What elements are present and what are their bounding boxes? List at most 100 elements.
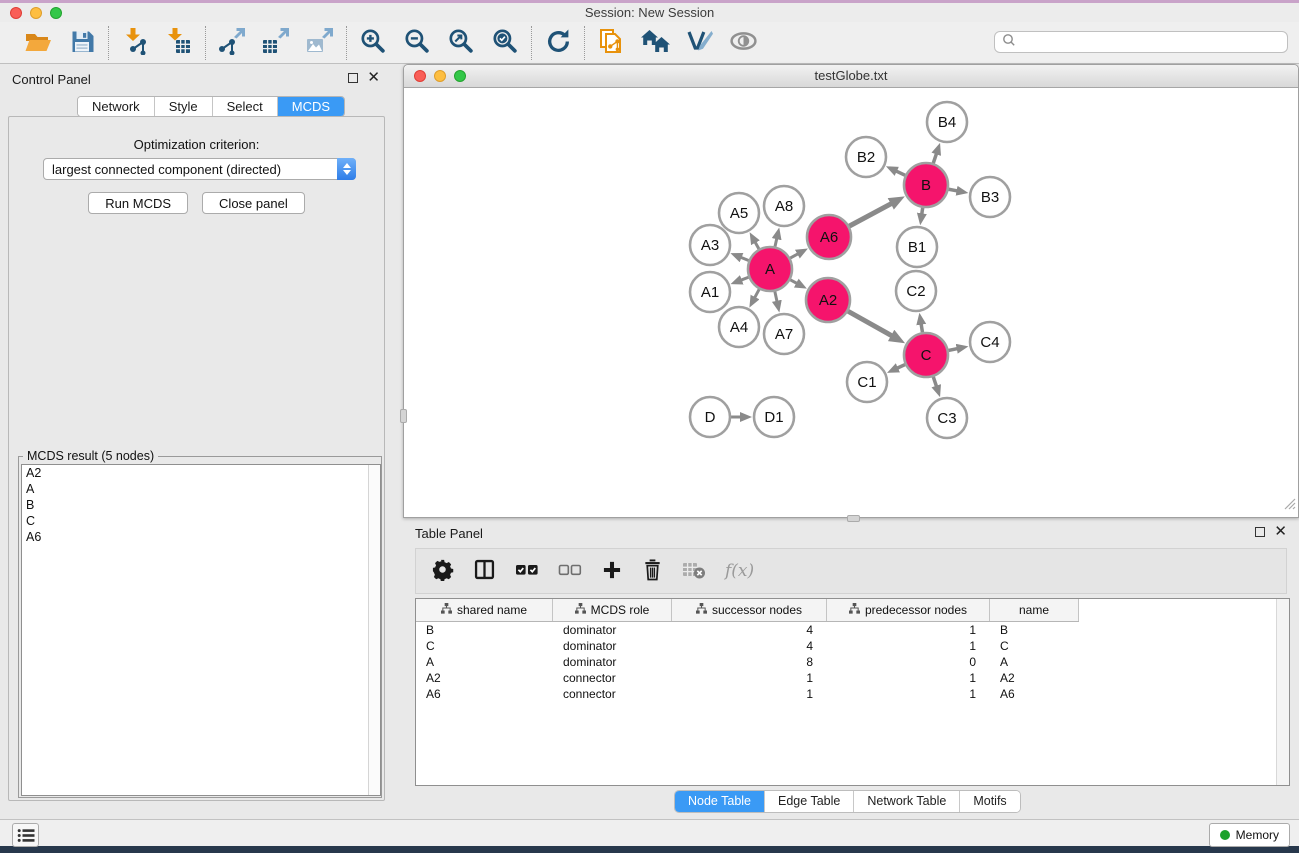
delete-table-button[interactable]: [682, 556, 706, 586]
graph-node-C1[interactable]: C1: [847, 362, 887, 402]
graph-edge-B-B2[interactable]: [896, 171, 905, 175]
graph-node-A8[interactable]: A8: [764, 186, 804, 226]
task-history-button[interactable]: [12, 823, 39, 847]
optimization-criterion-select[interactable]: largest connected component (directed): [43, 158, 356, 180]
table-row[interactable]: Bdominator41B: [416, 622, 1289, 638]
table-panel-close-button[interactable]: ✕: [1274, 526, 1287, 538]
graph-node-A7[interactable]: A7: [764, 314, 804, 354]
graph-edge-A-A3[interactable]: [741, 257, 749, 260]
column-header-predecessor-nodes[interactable]: predecessor nodes: [827, 599, 990, 621]
table-row[interactable]: Cdominator41C: [416, 638, 1289, 654]
graph-node-B4[interactable]: B4: [927, 102, 967, 142]
graph-edge-B-B3[interactable]: [949, 189, 958, 191]
tab-edge-table[interactable]: Edge Table: [765, 791, 854, 812]
zoom-selected-button[interactable]: [489, 27, 521, 59]
show-all-views-button[interactable]: [639, 27, 671, 59]
graph-node-A6[interactable]: A6: [807, 215, 851, 259]
network-canvas[interactable]: B4B2BB3A5A8A6B1A3AC2A1A2A4A7C4CC1C3DD1: [404, 88, 1298, 512]
graph-node-D[interactable]: D: [690, 397, 730, 437]
control-panel-close-button[interactable]: ✕: [367, 72, 380, 84]
search-field[interactable]: [994, 31, 1288, 53]
graph-node-C3[interactable]: C3: [927, 398, 967, 438]
add-row-button[interactable]: [601, 556, 623, 586]
zoom-out-button[interactable]: [401, 27, 433, 59]
mcds-result-item[interactable]: B: [22, 497, 380, 513]
export-network-button[interactable]: [216, 27, 248, 59]
graph-edge-A-A5[interactable]: [755, 242, 759, 249]
search-input[interactable]: [1017, 33, 1287, 51]
deselect-all-button[interactable]: [558, 556, 582, 586]
import-network-button[interactable]: [119, 27, 151, 59]
graph-node-B[interactable]: B: [904, 163, 948, 207]
graph-node-C4[interactable]: C4: [970, 322, 1010, 362]
column-header-MCDS-role[interactable]: MCDS role: [553, 599, 672, 621]
column-header-shared-name[interactable]: shared name: [416, 599, 553, 621]
graph-node-D1[interactable]: D1: [754, 397, 794, 437]
graph-node-A5[interactable]: A5: [719, 193, 759, 233]
tab-network[interactable]: Network: [78, 97, 155, 116]
graph-node-C2[interactable]: C2: [896, 271, 936, 311]
graph-node-A[interactable]: A: [748, 247, 792, 291]
close-panel-button[interactable]: Close panel: [202, 192, 305, 214]
table-scrollbar[interactable]: [1276, 599, 1289, 785]
tab-motifs[interactable]: Motifs: [960, 791, 1019, 812]
tab-node-table[interactable]: Node Table: [675, 791, 765, 812]
graph-edge-A2-C[interactable]: [848, 311, 892, 336]
network-vertical-scroll-thumb[interactable]: [400, 409, 407, 423]
mcds-result-item[interactable]: A2: [22, 465, 380, 481]
refresh-view-button[interactable]: [542, 27, 574, 59]
graph-edge-C-C3[interactable]: [933, 377, 936, 387]
settings-button[interactable]: [431, 556, 454, 586]
graph-node-A3[interactable]: A3: [690, 225, 730, 265]
table-row[interactable]: Adominator80A: [416, 654, 1289, 670]
resize-grip-icon[interactable]: [1282, 496, 1296, 510]
tab-style[interactable]: Style: [155, 97, 213, 116]
mcds-result-list[interactable]: A2ABCA6: [21, 464, 381, 796]
network-close-button[interactable]: [414, 70, 426, 82]
graph-node-B2[interactable]: B2: [846, 137, 886, 177]
function-builder-button[interactable]: f(x): [725, 556, 754, 586]
save-session-button[interactable]: [66, 27, 98, 59]
graph-node-A2[interactable]: A2: [806, 278, 850, 322]
graph-edge-A-A1[interactable]: [741, 277, 749, 280]
export-image-button[interactable]: [304, 27, 336, 59]
select-all-button[interactable]: [515, 556, 539, 586]
tab-mcds[interactable]: MCDS: [278, 97, 344, 116]
new-network-from-selection-button[interactable]: [595, 27, 627, 59]
memory-button[interactable]: Memory: [1209, 823, 1290, 847]
network-minimize-button[interactable]: [434, 70, 446, 82]
mcds-result-item[interactable]: A: [22, 481, 380, 497]
columns-button[interactable]: [473, 556, 496, 586]
table-row[interactable]: A2connector11A2: [416, 670, 1289, 686]
mcds-result-item[interactable]: A6: [22, 529, 380, 545]
graph-edge-C-C4[interactable]: [949, 349, 958, 351]
zoom-in-button[interactable]: [357, 27, 389, 59]
graph-node-B1[interactable]: B1: [897, 227, 937, 267]
export-table-button[interactable]: [260, 27, 292, 59]
zoom-fit-button[interactable]: [445, 27, 477, 59]
control-panel-float-button[interactable]: [348, 73, 358, 83]
table-panel-float-button[interactable]: [1255, 527, 1265, 537]
graph-edge-A-A8[interactable]: [775, 238, 777, 246]
open-file-button[interactable]: [22, 27, 54, 59]
tab-select[interactable]: Select: [213, 97, 278, 116]
toggle-visibility-button[interactable]: [727, 27, 759, 59]
mcds-result-item[interactable]: C: [22, 513, 380, 529]
delete-row-button[interactable]: [642, 556, 663, 586]
run-mcds-button[interactable]: Run MCDS: [88, 192, 188, 214]
graph-edge-A-A6[interactable]: [790, 254, 798, 258]
graph-edge-A-A7[interactable]: [775, 291, 777, 301]
graph-edge-C-C1[interactable]: [897, 365, 905, 369]
zoom-window-button[interactable]: [50, 7, 62, 19]
column-header-successor-nodes[interactable]: successor nodes: [672, 599, 827, 621]
mcds-result-scrollbar[interactable]: [368, 465, 380, 795]
close-window-button[interactable]: [10, 7, 22, 19]
graph-edge-A-A2[interactable]: [790, 280, 797, 284]
minimize-window-button[interactable]: [30, 7, 42, 19]
graph-edge-C-C2[interactable]: [921, 324, 922, 333]
network-window-titlebar[interactable]: testGlobe.txt: [404, 65, 1298, 88]
network-zoom-button[interactable]: [454, 70, 466, 82]
graph-node-A4[interactable]: A4: [719, 307, 759, 347]
apply-style-button[interactable]: [683, 27, 715, 59]
import-table-button[interactable]: [163, 27, 195, 59]
